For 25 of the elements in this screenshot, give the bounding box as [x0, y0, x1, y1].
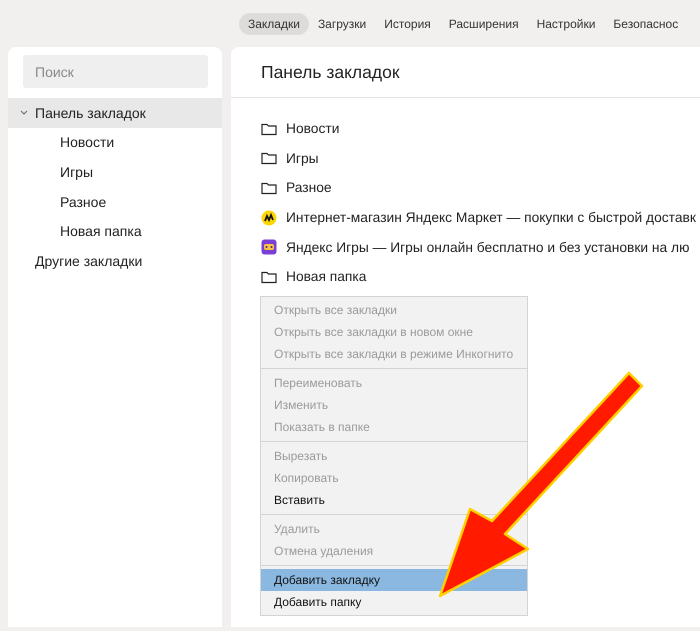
tree-item[interactable]: Разное	[8, 186, 222, 216]
bookmark-link[interactable]: Интернет-магазин Яндекс Маркет — покупки с быстрой доставк	[286, 210, 696, 226]
tree-item[interactable]: Панель закладок	[8, 98, 222, 128]
tree-item[interactable]: Новости	[8, 128, 222, 158]
panel-title: Панель закладок	[261, 62, 400, 82]
menu-item[interactable]: Добавить папку	[261, 590, 527, 613]
search-field[interactable]: Поиск	[23, 55, 208, 88]
bookmark-link[interactable]: Новости	[286, 121, 340, 136]
nav-tab[interactable]: Настройки	[528, 13, 604, 35]
tree-item[interactable]: Игры	[8, 157, 222, 187]
nav-tab[interactable]: История	[375, 13, 440, 35]
bookmark-link[interactable]: Разное	[286, 180, 332, 196]
bookmark-link[interactable]: Игры	[286, 150, 319, 166]
nav-tab[interactable]: Расширения	[440, 13, 528, 35]
folder-icon	[261, 150, 277, 166]
nav-tab[interactable]: Безопаснос	[604, 13, 688, 35]
bookmark-link[interactable]: Яндекс Игры — Игры онлайн бесплатно и без установки на лю	[286, 240, 690, 255]
bookmark-link[interactable]: Новая папка	[286, 269, 366, 284]
nav-tab[interactable]: Закладки	[239, 13, 309, 35]
site-logo-icon	[261, 210, 277, 226]
gamepad-logo-icon	[261, 239, 277, 256]
chevron-icon[interactable]	[20, 110, 28, 116]
tree-item[interactable]: Новая папка	[8, 216, 222, 246]
tree-item[interactable]: Другие закладки	[8, 246, 222, 276]
nav-tab[interactable]: Загрузки	[308, 13, 376, 35]
